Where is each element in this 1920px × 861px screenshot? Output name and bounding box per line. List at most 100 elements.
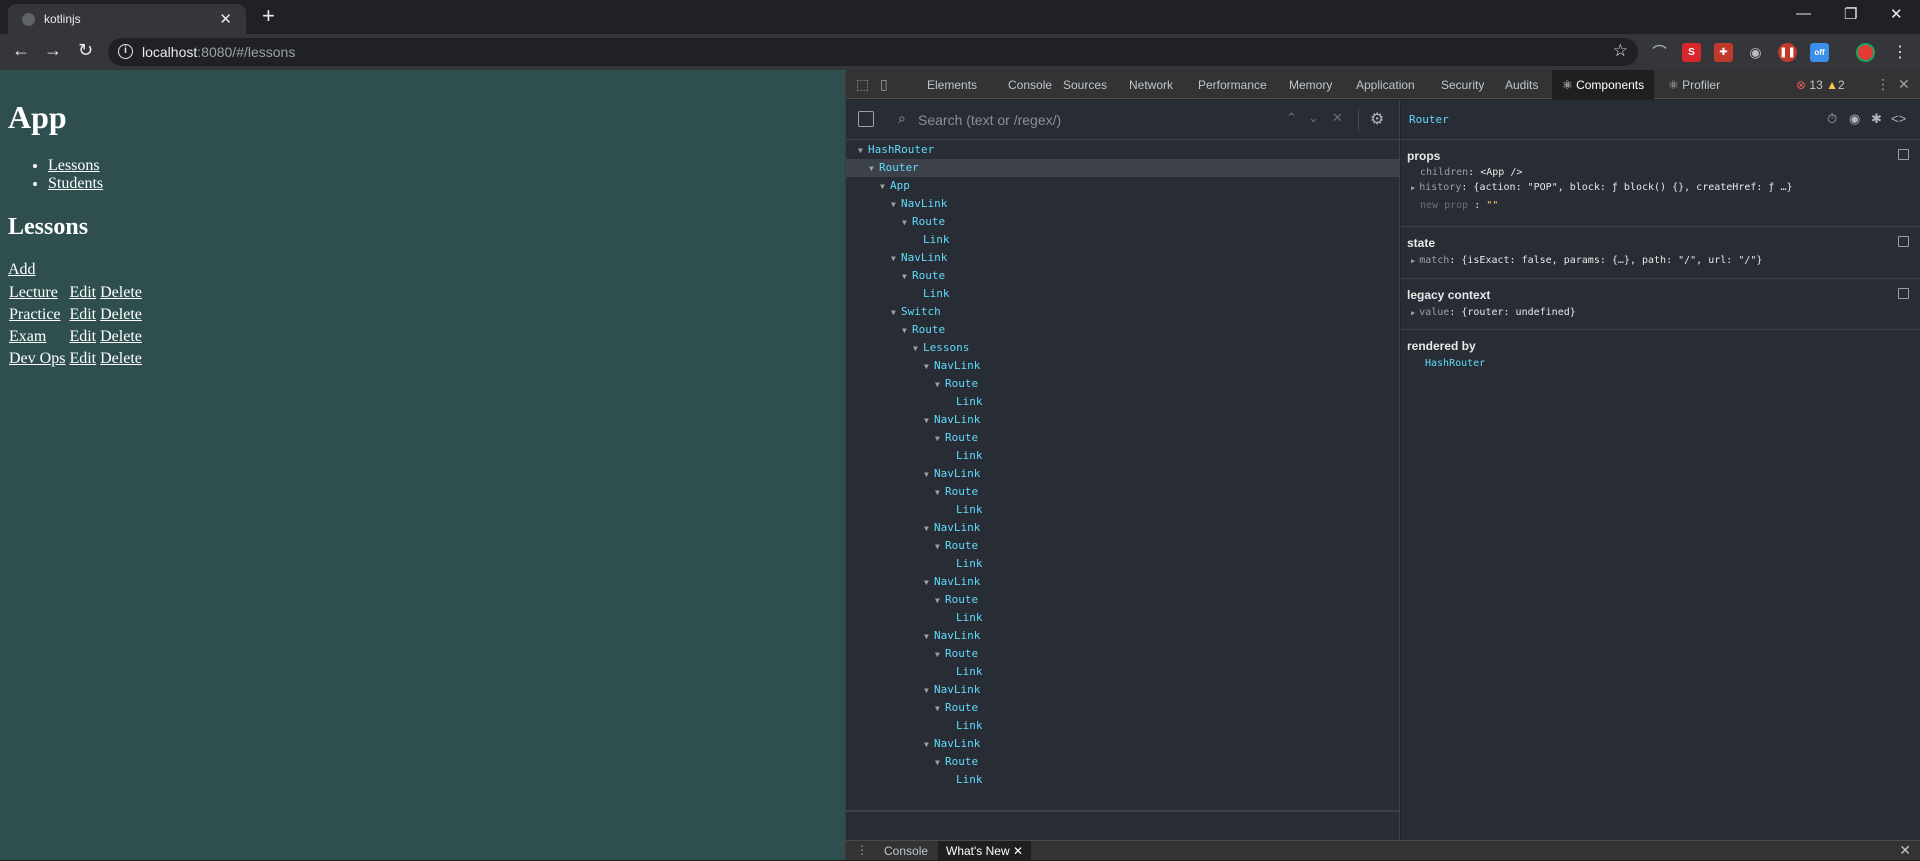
delete-link[interactable]: Delete bbox=[100, 306, 142, 323]
restore-icon[interactable]: ❐ bbox=[1844, 5, 1857, 23]
extension-off-icon[interactable]: off bbox=[1810, 43, 1829, 62]
edit-link[interactable]: Edit bbox=[69, 306, 96, 323]
tree-node[interactable]: ▼ Route bbox=[846, 483, 1400, 501]
eye-icon[interactable]: ◉ bbox=[1849, 111, 1860, 127]
close-devtools-icon[interactable]: ✕ bbox=[1898, 76, 1910, 93]
tree-node[interactable]: ▼ NavLink bbox=[846, 249, 1400, 267]
tab-application[interactable]: Application bbox=[1356, 78, 1415, 92]
info-icon[interactable]: i bbox=[118, 44, 133, 59]
copy-icon[interactable] bbox=[1898, 149, 1909, 160]
next-result-icon[interactable]: ⌄ bbox=[1308, 110, 1319, 126]
lesson-link[interactable]: Dev Ops bbox=[9, 350, 65, 367]
edit-link[interactable]: Edit bbox=[69, 350, 96, 367]
expand-arrow-icon[interactable]: ▶ bbox=[1411, 184, 1415, 192]
tree-node[interactable]: ▼ Lessons bbox=[846, 339, 1400, 357]
stopwatch-icon[interactable]: ⏱ bbox=[1827, 111, 1837, 127]
copy-icon[interactable] bbox=[1898, 236, 1909, 247]
tree-node[interactable]: ▼ NavLink bbox=[846, 195, 1400, 213]
tree-node[interactable]: ▼ Route bbox=[846, 213, 1400, 231]
tree-node[interactable]: ▼ NavLink bbox=[846, 357, 1400, 375]
collapse-arrow-icon[interactable]: ▼ bbox=[924, 358, 934, 376]
collapse-arrow-icon[interactable]: ▼ bbox=[880, 178, 890, 196]
extension-icon[interactable]: ⌒ bbox=[1650, 43, 1669, 62]
collapse-arrow-icon[interactable]: ▼ bbox=[924, 466, 934, 484]
lesson-link[interactable]: Exam bbox=[9, 328, 46, 345]
extension-eyes-icon[interactable]: ◉ bbox=[1746, 43, 1765, 62]
edit-link[interactable]: Edit bbox=[69, 328, 96, 345]
add-lesson-link[interactable]: Add bbox=[8, 261, 36, 279]
tab-performance[interactable]: Performance bbox=[1198, 78, 1267, 92]
collapse-arrow-icon[interactable]: ▼ bbox=[902, 322, 912, 340]
close-drawer-icon[interactable]: ✕ bbox=[1899, 842, 1911, 859]
collapse-arrow-icon[interactable]: ▼ bbox=[924, 682, 934, 700]
tree-node[interactable]: ▼ NavLink bbox=[846, 573, 1400, 591]
select-element-icon[interactable] bbox=[858, 111, 874, 127]
tab-sources[interactable]: Sources bbox=[1063, 78, 1107, 92]
collapse-arrow-icon[interactable]: ▼ bbox=[924, 520, 934, 538]
new-tab-button[interactable]: + bbox=[262, 3, 275, 29]
tree-node[interactable]: ▼ Router bbox=[846, 159, 1400, 177]
tab-audits[interactable]: Audits bbox=[1505, 78, 1538, 92]
nav-link-students[interactable]: Students bbox=[48, 175, 103, 192]
collapse-arrow-icon[interactable]: ▼ bbox=[902, 214, 912, 232]
collapse-arrow-icon[interactable]: ▼ bbox=[891, 250, 901, 268]
new-prop-value[interactable]: "" bbox=[1486, 200, 1498, 211]
close-window-icon[interactable]: ✕ bbox=[1890, 5, 1903, 23]
tree-node[interactable]: ▼ HashRouter bbox=[846, 141, 1400, 159]
tree-node[interactable]: ▼ Route bbox=[846, 267, 1400, 285]
tree-node[interactable]: ▼ Switch bbox=[846, 303, 1400, 321]
tree-node[interactable]: ▼ Route bbox=[846, 375, 1400, 393]
tree-node[interactable]: ▼ Route bbox=[846, 429, 1400, 447]
previous-result-icon[interactable]: ⌃ bbox=[1286, 110, 1297, 126]
tab-security[interactable]: Security bbox=[1441, 78, 1484, 92]
tree-node[interactable]: Link bbox=[846, 447, 1400, 465]
tree-node[interactable]: ▼ NavLink bbox=[846, 411, 1400, 429]
collapse-arrow-icon[interactable]: ▼ bbox=[935, 430, 945, 448]
tab-profiler[interactable]: ⚛ Profiler bbox=[1668, 78, 1720, 92]
close-tab-icon[interactable]: ✕ bbox=[219, 10, 232, 28]
view-source-icon[interactable]: <> bbox=[1891, 111, 1906, 126]
drawer-tab-console[interactable]: Console bbox=[884, 844, 928, 858]
collapse-arrow-icon[interactable]: ▼ bbox=[924, 574, 934, 592]
drawer-menu-icon[interactable]: ⋮ bbox=[856, 843, 868, 857]
extension-pause-icon[interactable]: ❚❚ bbox=[1778, 43, 1797, 62]
extension-record-icon[interactable] bbox=[1856, 43, 1875, 62]
nav-link-lessons[interactable]: Lessons bbox=[48, 157, 100, 174]
tab-components[interactable]: ⚛ Components bbox=[1552, 70, 1655, 99]
expand-arrow-icon[interactable]: ▶ bbox=[1411, 257, 1415, 265]
collapse-arrow-icon[interactable]: ▼ bbox=[935, 700, 945, 718]
error-warning-counter[interactable]: ⊗ 13 ▲2 bbox=[1796, 78, 1845, 92]
collapse-arrow-icon[interactable]: ▼ bbox=[935, 538, 945, 556]
tree-node[interactable]: Link bbox=[846, 501, 1400, 519]
close-drawer-tab-icon[interactable]: ✕ bbox=[1013, 844, 1023, 858]
drawer-tab-whats-new[interactable]: What's New ✕ bbox=[938, 841, 1032, 861]
search-input[interactable] bbox=[918, 109, 1288, 131]
collapse-arrow-icon[interactable]: ▼ bbox=[935, 484, 945, 502]
tree-node[interactable]: ▼ App bbox=[846, 177, 1400, 195]
collapse-arrow-icon[interactable]: ▼ bbox=[891, 196, 901, 214]
expand-arrow-icon[interactable]: ▶ bbox=[1411, 309, 1415, 317]
tree-node[interactable]: ▼ Route bbox=[846, 645, 1400, 663]
tree-node[interactable]: ▼ NavLink bbox=[846, 627, 1400, 645]
collapse-arrow-icon[interactable]: ▼ bbox=[902, 268, 912, 286]
tree-node[interactable]: Link bbox=[846, 555, 1400, 573]
copy-icon[interactable] bbox=[1898, 288, 1909, 299]
collapse-arrow-icon[interactable]: ▼ bbox=[891, 304, 901, 322]
tree-node[interactable]: ▼ NavLink bbox=[846, 519, 1400, 537]
devtools-menu-icon[interactable]: ⋮ bbox=[1876, 76, 1890, 93]
browser-tab[interactable]: kotlinjs ✕ bbox=[8, 4, 246, 34]
collapse-arrow-icon[interactable]: ▼ bbox=[913, 340, 923, 358]
tree-node[interactable]: Link bbox=[846, 285, 1400, 303]
forward-arrow-icon[interactable]: → bbox=[44, 40, 62, 61]
tab-elements[interactable]: Elements bbox=[927, 78, 977, 92]
minimize-icon[interactable]: — bbox=[1796, 5, 1811, 22]
tab-network[interactable]: Network bbox=[1129, 78, 1173, 92]
legacy-value[interactable]: ▶ value: {router: undefined} bbox=[1411, 307, 1576, 318]
collapse-arrow-icon[interactable]: ▼ bbox=[924, 628, 934, 646]
bug-icon[interactable]: ✱ bbox=[1871, 111, 1882, 127]
collapse-arrow-icon[interactable]: ▼ bbox=[935, 376, 945, 394]
tab-memory[interactable]: Memory bbox=[1289, 78, 1332, 92]
new-prop-row[interactable]: new prop : "" bbox=[1420, 200, 1498, 211]
bookmark-star-icon[interactable]: ☆ bbox=[1613, 41, 1628, 61]
delete-link[interactable]: Delete bbox=[100, 328, 142, 345]
